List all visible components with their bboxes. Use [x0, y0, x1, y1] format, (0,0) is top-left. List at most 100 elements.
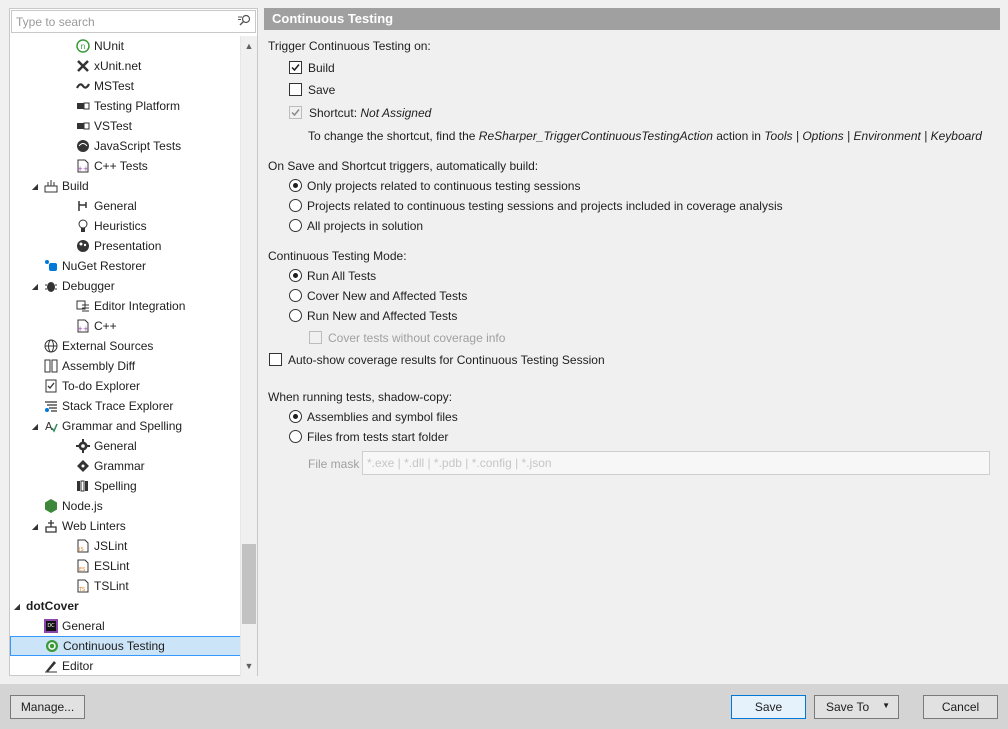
save-label[interactable]: Save — [308, 83, 335, 97]
tree-item[interactable]: Editor — [10, 656, 240, 676]
tree-item[interactable]: Stack Trace Explorer — [10, 396, 240, 416]
tree-item[interactable]: Testing Platform — [10, 96, 240, 116]
autobuild-option-radio[interactable] — [289, 199, 302, 212]
mode-option-label[interactable]: Cover New and Affected Tests — [307, 289, 467, 303]
cpp-icon: ++ — [76, 319, 90, 333]
tree-item[interactable]: NuGet Restorer — [10, 256, 240, 276]
shortcut-hint: To change the shortcut, find the ReSharp… — [308, 129, 982, 143]
autobuild-option-label[interactable]: Projects related to continuous testing s… — [307, 199, 783, 213]
tree-item[interactable]: VSTest — [10, 116, 240, 136]
tree-item-label: VSTest — [94, 119, 133, 133]
bug-icon — [44, 279, 58, 293]
shadow-option-radio[interactable] — [289, 410, 302, 423]
tree-item[interactable]: Grammar — [10, 456, 240, 476]
mode-option-radio[interactable] — [289, 269, 302, 282]
manage-button[interactable]: Manage... — [10, 695, 85, 719]
tree-item-label: JavaScript Tests — [94, 139, 182, 153]
spelling-icon — [76, 479, 90, 493]
shadow-option-label[interactable]: Assemblies and symbol files — [307, 410, 458, 424]
cpp-tests-icon: ++ — [76, 159, 90, 173]
autoshow-label[interactable]: Auto-show coverage results for Continuou… — [288, 353, 605, 367]
xunit-icon — [76, 59, 90, 73]
expand-toggle-icon[interactable]: ◢ — [12, 602, 22, 611]
tree-item[interactable]: JS JSLint — [10, 536, 240, 556]
jslint-icon: JS — [76, 539, 90, 553]
search-box[interactable] — [11, 10, 256, 33]
search-options-icon[interactable] — [237, 14, 251, 28]
tree-item-label: Editor — [62, 659, 94, 673]
tree-item[interactable]: Presentation — [10, 236, 240, 256]
save-checkbox[interactable] — [289, 83, 302, 96]
testing-platform-icon — [76, 99, 90, 113]
tree-item[interactable]: ◢ Build — [10, 176, 240, 196]
save-to-button[interactable]: Save To ▼ — [814, 695, 899, 719]
continuous-testing-icon — [45, 639, 59, 653]
mode-option-label[interactable]: Run All Tests — [307, 269, 376, 283]
save-button[interactable]: Save — [731, 695, 806, 719]
tree-item[interactable]: ES ESLint — [10, 556, 240, 576]
mode-option-radio[interactable] — [289, 309, 302, 322]
dropdown-arrow-icon[interactable]: ▼ — [882, 701, 890, 710]
tree-item[interactable]: ◢ A Grammar and Spelling — [10, 416, 240, 436]
tree-item[interactable]: Node.js — [10, 496, 240, 516]
tree-item[interactable]: ◢ Web Linters — [10, 516, 240, 536]
mode-option-radio[interactable] — [289, 289, 302, 302]
tree-item[interactable]: ◢ dotCover — [10, 596, 240, 616]
scroll-down-icon[interactable]: ▼ — [241, 658, 257, 674]
checkmark-icon — [291, 64, 300, 72]
tree-item[interactable]: Heuristics — [10, 216, 240, 236]
shadow-option-label[interactable]: Files from tests start folder — [307, 430, 448, 444]
autobuild-option-radio[interactable] — [289, 219, 302, 232]
web-linters-icon — [44, 519, 58, 533]
tree-item[interactable]: MSTest — [10, 76, 240, 96]
tree-item[interactable]: DC General — [10, 616, 240, 636]
tree-item[interactable]: Assembly Diff — [10, 356, 240, 376]
expand-toggle-icon[interactable]: ◢ — [30, 182, 40, 191]
shortcut-label: Shortcut: Not Assigned — [309, 106, 431, 120]
svg-text:TS: TS — [78, 587, 85, 593]
tree-item-label: Spelling — [94, 479, 137, 493]
tree-item[interactable]: General — [10, 436, 240, 456]
tree-item[interactable]: TS TSLint — [10, 576, 240, 596]
autobuild-option-label[interactable]: Only projects related to continuous test… — [307, 179, 580, 193]
vstest-icon — [76, 119, 90, 133]
tree-item[interactable]: ++ C++ Tests — [10, 156, 240, 176]
build-label[interactable]: Build — [308, 61, 335, 75]
tree-item[interactable]: xUnit.net — [10, 56, 240, 76]
expand-toggle-icon[interactable]: ◢ — [30, 422, 40, 431]
save-button-label: Save — [754, 700, 783, 714]
autobuild-option-radio[interactable] — [289, 179, 302, 192]
tree-item-label: Grammar — [94, 459, 145, 473]
tree-item-label: MSTest — [94, 79, 135, 93]
nodejs-icon — [44, 499, 58, 513]
tree-item[interactable]: JavaScript Tests — [10, 136, 240, 156]
tree-item[interactable]: Spelling — [10, 476, 240, 496]
tree-item-label: ESLint — [94, 559, 130, 573]
manage-button-label: Manage... — [20, 700, 75, 714]
expand-toggle-icon[interactable]: ◢ — [30, 282, 40, 291]
mode-option-label[interactable]: Run New and Affected Tests — [307, 309, 457, 323]
tree-item[interactable]: Editor Integration — [10, 296, 240, 316]
svg-text:++: ++ — [77, 165, 89, 173]
search-input[interactable] — [12, 11, 212, 32]
save-to-button-label: Save To — [826, 700, 870, 714]
autoshow-checkbox[interactable] — [269, 353, 282, 366]
tree-item[interactable]: External Sources — [10, 336, 240, 356]
scroll-up-icon[interactable]: ▲ — [241, 38, 257, 54]
autobuild-option-label[interactable]: All projects in solution — [307, 219, 423, 233]
tree-item[interactable]: To-do Explorer — [10, 376, 240, 396]
build-icon — [44, 179, 58, 193]
scrollbar-thumb[interactable] — [242, 544, 256, 624]
hint-path: Tools | Options | Environment | Keyboard — [764, 129, 982, 143]
cancel-button[interactable]: Cancel — [923, 695, 998, 719]
tree-item[interactable]: Continuous Testing — [10, 636, 240, 656]
tree-item[interactable]: ◢ Debugger — [10, 276, 240, 296]
tree-item[interactable]: ++ C++ — [10, 316, 240, 336]
tree-item[interactable]: n NUnit — [10, 36, 240, 56]
shadow-option-radio[interactable] — [289, 430, 302, 443]
tree-item[interactable]: General — [10, 196, 240, 216]
tree-scrollbar[interactable]: ▲ ▼ — [240, 36, 257, 676]
build-checkbox[interactable] — [289, 61, 302, 74]
expand-toggle-icon[interactable]: ◢ — [30, 522, 40, 531]
tree-item-label: Assembly Diff — [62, 359, 136, 373]
